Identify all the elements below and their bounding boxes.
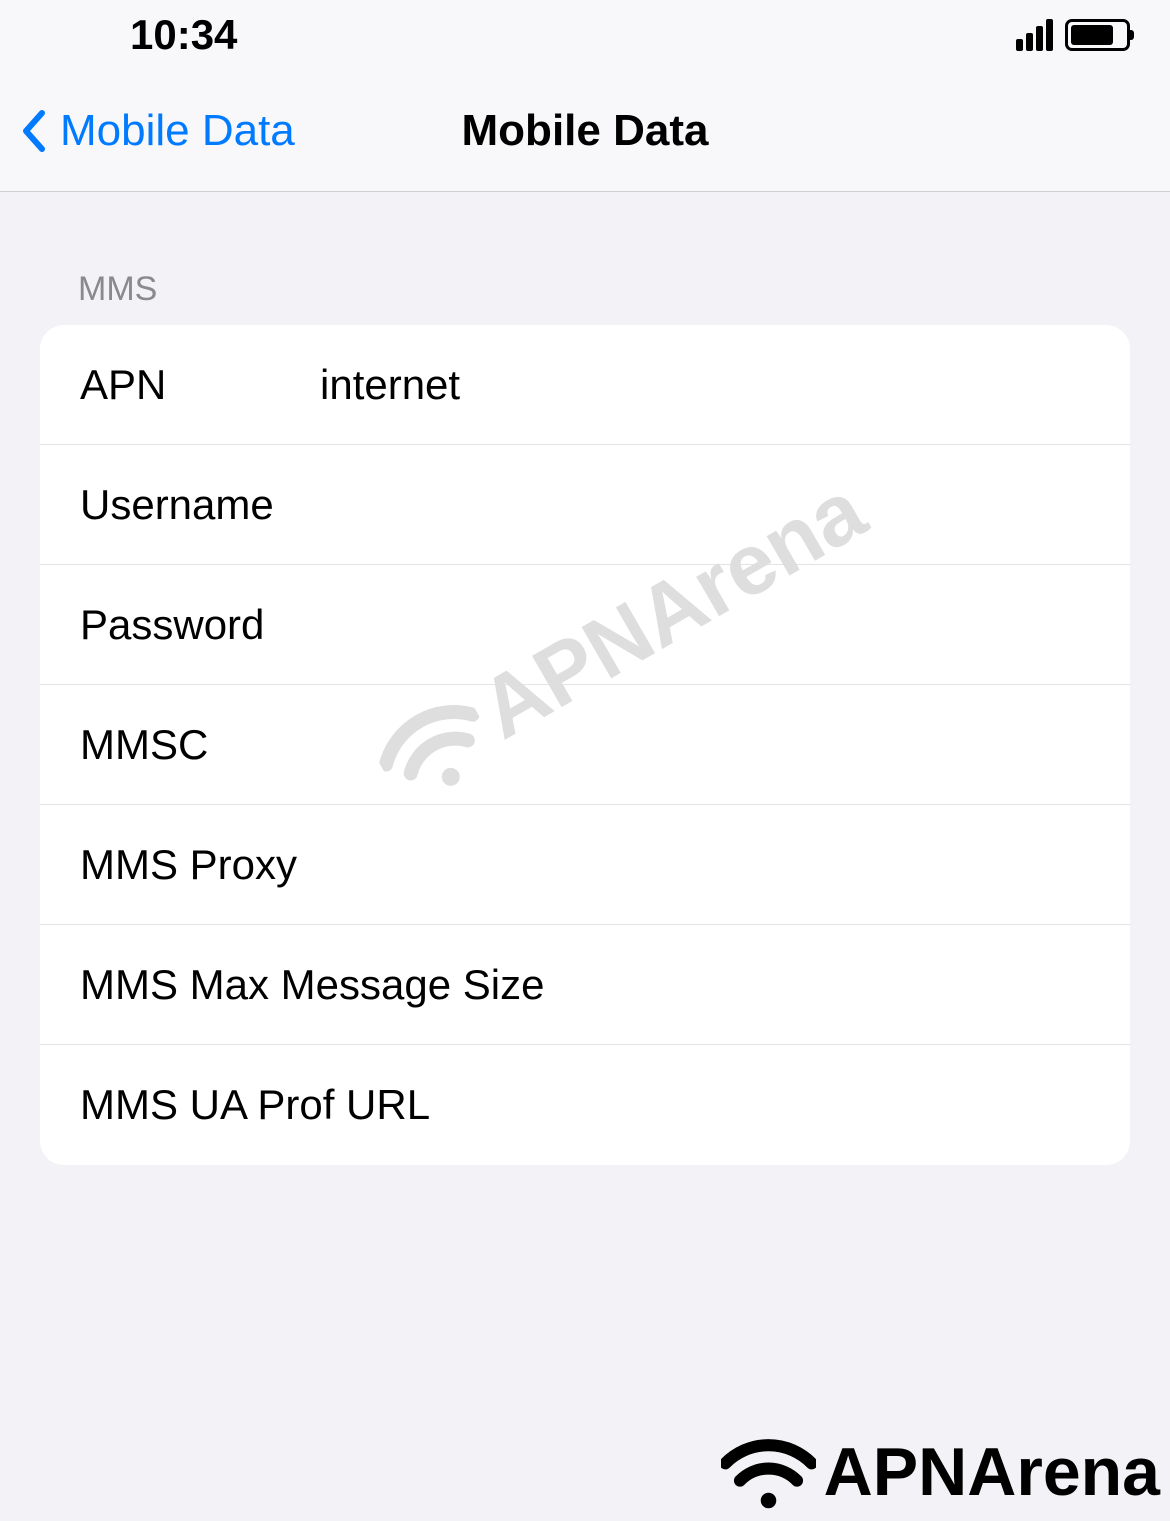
navigation-bar: Mobile Data Mobile Data <box>0 70 1170 192</box>
status-time: 10:34 <box>130 11 237 59</box>
label-username: Username <box>80 481 320 529</box>
row-username[interactable]: Username <box>40 445 1130 565</box>
row-password[interactable]: Password <box>40 565 1130 685</box>
section-header-mms: MMS <box>0 270 1170 325</box>
cellular-signal-icon <box>1016 19 1053 51</box>
chevron-left-icon <box>20 109 48 153</box>
input-password[interactable] <box>320 601 1130 649</box>
page-title: Mobile Data <box>462 106 709 156</box>
row-apn[interactable]: APN <box>40 325 1130 445</box>
battery-icon <box>1065 19 1130 51</box>
label-password: Password <box>80 601 320 649</box>
row-mms-proxy[interactable]: MMS Proxy <box>40 805 1130 925</box>
input-username[interactable] <box>320 481 1130 529</box>
back-label: Mobile Data <box>60 106 295 156</box>
label-mms-max-size: MMS Max Message Size <box>80 961 544 1009</box>
settings-group-mms: APN Username Password MMSC MMS Proxy MMS… <box>40 325 1130 1165</box>
label-mms-proxy: MMS Proxy <box>80 841 297 889</box>
row-mmsc[interactable]: MMSC <box>40 685 1130 805</box>
label-mms-ua-prof: MMS UA Prof URL <box>80 1081 430 1129</box>
back-button[interactable]: Mobile Data <box>20 106 295 156</box>
row-mms-max-size[interactable]: MMS Max Message Size <box>40 925 1130 1045</box>
input-mms-proxy[interactable] <box>297 841 1130 889</box>
input-mms-ua-prof[interactable] <box>430 1081 1130 1129</box>
status-indicators <box>1016 19 1130 51</box>
wifi-icon <box>721 1433 816 1511</box>
status-bar: 10:34 <box>0 0 1170 70</box>
content: MMS APN Username Password MMSC MMS Proxy… <box>0 192 1170 1165</box>
label-mmsc: MMSC <box>80 721 320 769</box>
input-mms-max-size[interactable] <box>544 961 1130 1009</box>
input-mmsc[interactable] <box>320 721 1130 769</box>
watermark-bottom: APNArena <box>721 1433 1160 1511</box>
watermark-bottom-text: APNArena <box>824 1433 1160 1511</box>
input-apn[interactable] <box>320 361 1130 409</box>
row-mms-ua-prof[interactable]: MMS UA Prof URL <box>40 1045 1130 1165</box>
label-apn: APN <box>80 361 320 409</box>
